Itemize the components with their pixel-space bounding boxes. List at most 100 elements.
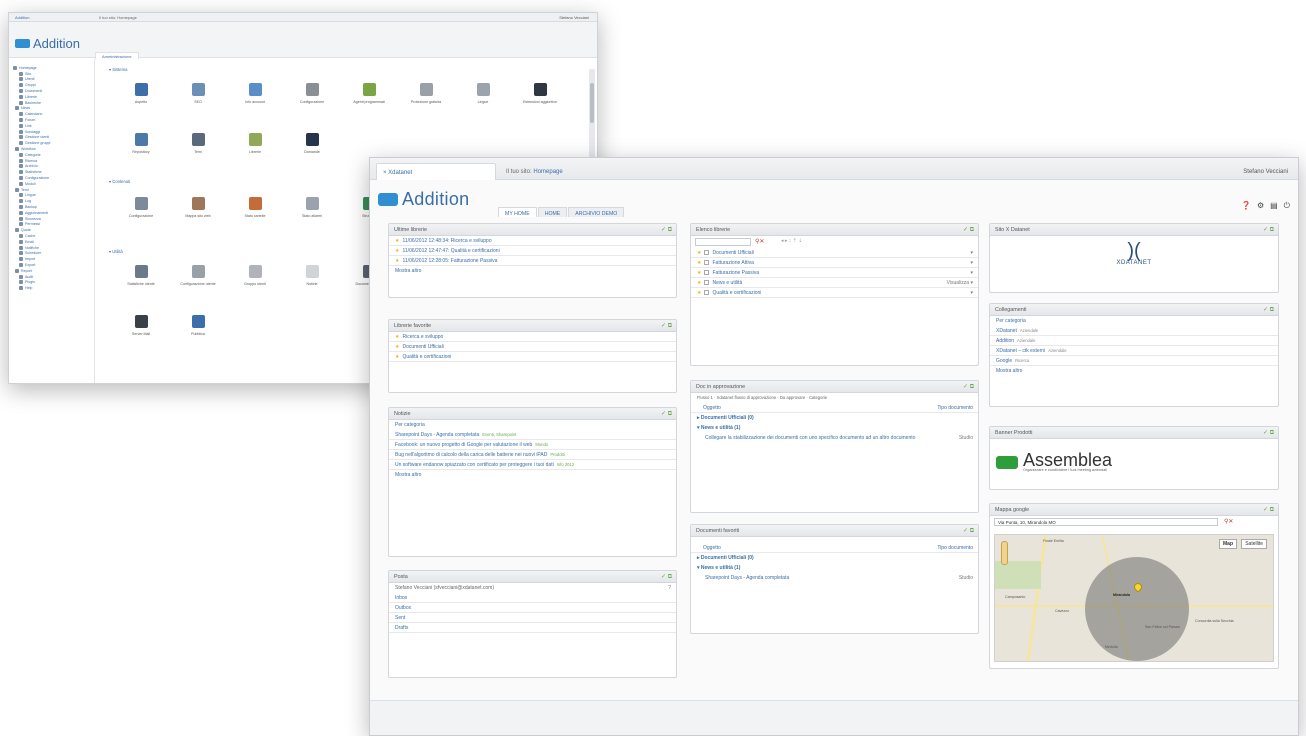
map-type-map-button[interactable]: Map (1219, 539, 1237, 549)
library-item[interactable]: ★ Qualità e certificazioni ▾ (691, 288, 978, 298)
xdatanet-logo[interactable]: )( XDATANET (990, 241, 1278, 266)
list-item[interactable]: ★ 11/06/2012 12:47:47: Qualità e certific… (389, 246, 676, 256)
list-item[interactable]: ★ Documenti Ufficiali (389, 342, 676, 352)
panel-tools-icon[interactable]: ✓ ⧉ (1263, 506, 1274, 514)
group-row[interactable]: ▾ News e utilità (1) (691, 563, 978, 573)
panel-tools-icon[interactable]: ✓ ⧉ (1263, 226, 1274, 234)
search-icon[interactable]: ⚲✕ (755, 238, 764, 245)
panel-tools-icon[interactable]: ✓ ⧉ (1263, 306, 1274, 314)
mail-folder-sent[interactable]: Sent (389, 613, 676, 623)
chevron-down-icon[interactable]: ▾ (970, 260, 973, 266)
admin-tool[interactable]: Configurazione (290, 83, 334, 104)
admin-tool[interactable]: Estensioni aggiuntive (518, 83, 562, 104)
panel-tools-icon[interactable]: ✓ ⧉ (661, 226, 672, 234)
admin-tool[interactable]: Repository (119, 133, 163, 154)
group-row[interactable]: ▾ News e utilità (1) (691, 423, 978, 433)
tab-my-home[interactable]: MY HOME (498, 207, 537, 217)
front-logo[interactable]: Addition (378, 189, 469, 210)
settings-icon[interactable]: ⚙ (1257, 201, 1264, 211)
admin-tool[interactable]: Librerie (233, 133, 277, 154)
panel-tools-icon[interactable]: ✓ ⧉ (661, 573, 672, 581)
checkbox-icon[interactable] (704, 280, 710, 285)
news-item[interactable]: Un software endanow spiazzato con certif… (389, 460, 676, 470)
section-title[interactable]: Utilità (109, 249, 122, 254)
back-user[interactable]: Stefano Vecciani (559, 15, 589, 20)
admin-tool[interactable]: Temi (176, 133, 220, 154)
admin-tool[interactable]: Statistiche utente (119, 265, 163, 286)
admin-tool[interactable]: Stato allarmi (290, 197, 334, 218)
panel-tools-icon[interactable]: ✓ ⧉ (661, 410, 672, 418)
column-header[interactable]: Oggetto (703, 545, 721, 551)
section-title[interactable]: Sistema (109, 67, 127, 72)
checkbox-icon[interactable] (704, 290, 710, 295)
admin-tool[interactable]: Configurazione (119, 197, 163, 218)
link-item[interactable]: XDatanet Aziendale (990, 326, 1278, 336)
panel-tools-icon[interactable]: ✓ ⧉ (963, 527, 974, 535)
group-row[interactable]: ▸ Documenti Ufficiali (0) (691, 553, 978, 563)
checkbox-icon[interactable] (704, 270, 710, 275)
show-more-link[interactable]: Mostra altro (389, 266, 676, 276)
library-item[interactable]: ★ Fatturazione Attiva ▾ (691, 258, 978, 268)
table-row[interactable]: Sharepoint Days - Agenda completata Studi… (691, 573, 978, 583)
category-link[interactable]: Per categoria (990, 316, 1278, 326)
category-link[interactable]: Per categoria (389, 420, 676, 430)
admin-tool[interactable]: Gruppo utenti (233, 265, 277, 286)
library-search-input[interactable] (695, 238, 751, 246)
street-view-icon[interactable] (1001, 541, 1008, 565)
link-item[interactable]: Google Ricerca (990, 356, 1278, 366)
tab-home[interactable]: HOME (537, 207, 568, 217)
pager-icon[interactable]: ◂ ▸ ↕ ⇡ ⇣ (781, 238, 802, 244)
panel-tools-icon[interactable]: ✓ ⧉ (661, 322, 672, 330)
link-item[interactable]: Addition Aziendale (990, 336, 1278, 346)
show-more-link[interactable]: Mostra altro (990, 366, 1278, 376)
table-row[interactable]: Collegare la stabilizzazione dei documen… (691, 433, 978, 453)
chevron-down-icon[interactable]: ▾ (970, 250, 973, 256)
admin-tool[interactable]: Stato cartelle (233, 197, 277, 218)
library-badge[interactable]: Visualizza ▾ (947, 280, 973, 286)
chevron-down-icon[interactable]: ▾ (970, 270, 973, 276)
mail-folder-drafts[interactable]: Drafts (389, 623, 676, 633)
list-item[interactable]: ★ 11/06/2012 12:28:05: Fatturazione Passi… (389, 256, 676, 266)
tab-archivio-demo[interactable]: ARCHIVIO DEMO (568, 207, 625, 217)
news-item[interactable]: Facebook: un nuovo progetto di Google pe… (389, 440, 676, 450)
sidebar-item[interactable]: Help (13, 285, 90, 291)
back-tab[interactable]: Addition (15, 15, 29, 20)
library-item[interactable]: ★ Fatturazione Passiva ▾ (691, 268, 978, 278)
column-header[interactable]: Oggetto (703, 405, 721, 411)
column-header[interactable]: Tipo documento (937, 405, 973, 411)
panel-tools-icon[interactable]: ✓ ⧉ (963, 383, 974, 391)
admin-tool[interactable]: Server Mail (119, 315, 163, 336)
admin-tool[interactable]: Aspetto (119, 83, 163, 104)
checkbox-icon[interactable] (704, 260, 710, 265)
mail-folder-inbox[interactable]: Inbox (389, 593, 676, 603)
news-item[interactable]: Sharepoint Days - Agenda completata Event… (389, 430, 676, 440)
assemblea-banner[interactable]: Assemblea Organizzare e condividere i tu… (996, 451, 1112, 472)
logout-icon[interactable]: ⏻ (1284, 201, 1290, 211)
column-header[interactable]: Tipo documento (937, 545, 973, 551)
checkbox-icon[interactable] (704, 250, 710, 255)
search-icon[interactable]: ⚲✕ (1224, 518, 1233, 525)
panel-tools-icon[interactable]: ✓ ⧉ (1263, 429, 1274, 437)
chevron-down-icon[interactable]: ▾ (970, 290, 973, 296)
admin-tool[interactable]: Mappa sito web (176, 197, 220, 218)
admin-tool[interactable]: Agenti programmati (347, 83, 391, 104)
link-item[interactable]: XDatanet – ctk esterni Aziendale (990, 346, 1278, 356)
library-item[interactable]: ★ News e utilità Visualizza ▾ (691, 278, 978, 288)
panel-tools-icon[interactable]: ✓ ⧉ (963, 226, 974, 234)
admin-tool[interactable]: Protezione gratuita (404, 83, 448, 104)
show-more-link[interactable]: Mostra altro (389, 470, 676, 480)
group-row[interactable]: ▸ Documenti Ufficiali (0) (691, 413, 978, 423)
admin-tool[interactable]: Configurazione utente (176, 265, 220, 286)
back-scroll-thumb[interactable] (590, 83, 594, 123)
list-item[interactable]: ★ 11/06/2012 12:48:34: Ricerca e sviluppo (389, 236, 676, 246)
map-type-satellite-button[interactable]: Satellite (1241, 539, 1267, 549)
library-item[interactable]: ★ Documenti Ufficiali ▾ (691, 248, 978, 258)
mail-folder-outbox[interactable]: Outbox (389, 603, 676, 613)
front-path-link[interactable]: Homepage (533, 169, 562, 175)
front-tab[interactable]: × Xdatanet (376, 163, 496, 180)
list-item[interactable]: ★ Qualità e certificazioni (389, 352, 676, 362)
news-item[interactable]: Bug nell'algoritmo di calcolo della cari… (389, 450, 676, 460)
admin-tool[interactable]: Info account (233, 83, 277, 104)
section-title[interactable]: Contenuti (109, 179, 130, 184)
front-user[interactable]: Stefano Vecciani (1243, 169, 1288, 175)
